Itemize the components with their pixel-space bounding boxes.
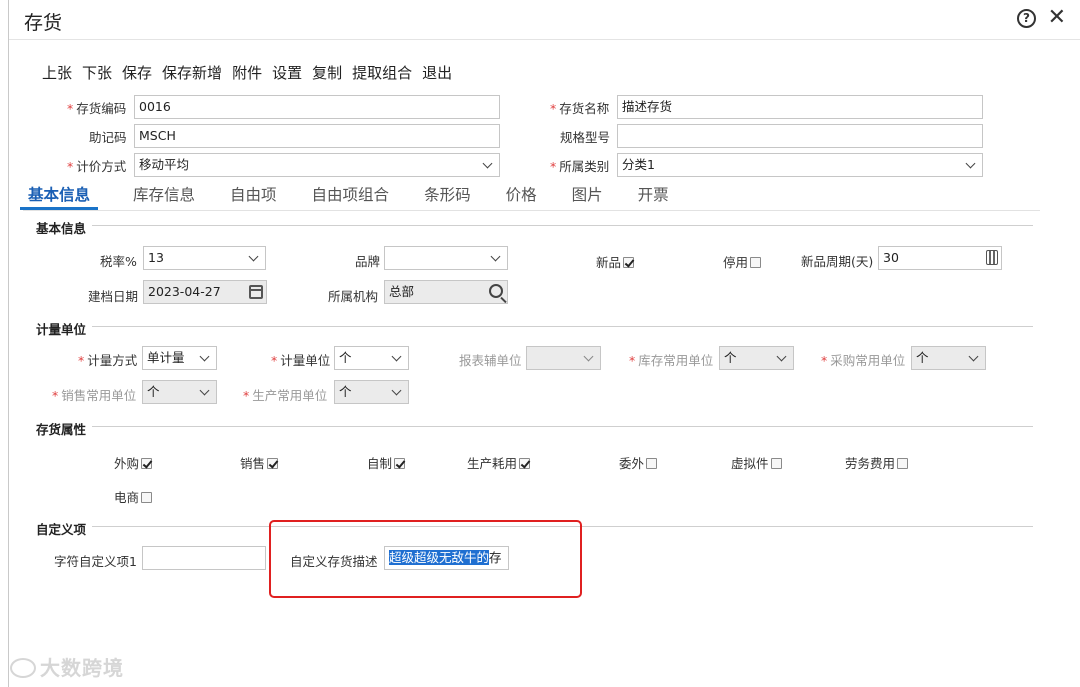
section-title: 计量单位 (36, 319, 93, 338)
tab-invoice[interactable]: 开票 (638, 183, 669, 210)
help-icon[interactable]: ? (1017, 9, 1036, 28)
attr-sales[interactable]: 销售 (240, 453, 279, 472)
toolbar: 上张 下张 保存 保存新增 附件 设置 复制 提取组合 退出 (42, 62, 462, 83)
unit-method-label: * 计量方式 (78, 353, 138, 368)
calendar-icon[interactable] (249, 285, 263, 299)
code-label: * 存货编码 (67, 101, 127, 116)
char-custom1-label: 字符自定义项1 (54, 554, 137, 569)
tab-barcode[interactable]: 条形码 (424, 183, 471, 210)
save-button[interactable]: 保存 (122, 62, 152, 83)
close-icon[interactable]: ✕ (1048, 5, 1066, 31)
outsourced-checkbox[interactable] (646, 458, 658, 469)
watermark-logo-icon (10, 658, 36, 678)
tab-free-items[interactable]: 自由项 (230, 183, 277, 210)
dialog-title: 存货 (24, 12, 63, 34)
attr-self-made[interactable]: 自制 (367, 453, 406, 472)
production-unit-select[interactable]: 个 (334, 380, 409, 404)
tab-divider (23, 210, 1040, 211)
disabled-checkbox-label[interactable]: 停用 (723, 252, 762, 271)
category-select[interactable]: 分类1 (617, 153, 983, 177)
sales-checkbox[interactable] (267, 458, 279, 469)
inventory-dialog: 存货 ? ✕ 上张 下张 保存 保存新增 附件 设置 复制 提取组合 退出 * 存… (8, 0, 1080, 687)
spec-label: 规格型号 (560, 130, 611, 145)
attr-outsourced[interactable]: 委外 (619, 453, 658, 472)
new-checkbox-label[interactable]: 新品 (596, 252, 635, 271)
exit-button[interactable]: 退出 (422, 62, 452, 83)
purchased-checkbox[interactable] (141, 458, 153, 469)
pricing-select[interactable]: 移动平均 (134, 153, 500, 177)
cycle-field[interactable]: 30 (878, 246, 1002, 270)
tax-select[interactable]: 13 (143, 246, 266, 270)
attr-labor-cost[interactable]: 劳务费用 (845, 453, 909, 472)
virtual-checkbox[interactable] (770, 458, 782, 469)
brand-select[interactable] (384, 246, 508, 270)
date-label: 建档日期 (88, 289, 139, 304)
brand-label: 品牌 (355, 254, 381, 269)
sales-unit-select[interactable]: 个 (142, 380, 217, 404)
units-section: 计量单位 (36, 319, 1033, 338)
org-label: 所属机构 (328, 289, 379, 304)
unit-label: * 计量单位 (271, 353, 331, 368)
spec-field[interactable] (617, 124, 983, 148)
search-icon[interactable] (489, 284, 503, 298)
purchase-unit-select[interactable]: 个 (911, 346, 986, 370)
attr-ecommerce[interactable]: 电商 (114, 487, 153, 506)
mnemonic-label: 助记码 (89, 130, 127, 145)
production-use-checkbox[interactable] (519, 458, 531, 469)
code-field[interactable]: 0016 (134, 95, 500, 119)
cycle-label: 新品周期(天) (801, 254, 874, 269)
unit-select[interactable]: 个 (334, 346, 409, 370)
category-label: * 所属类别 (550, 159, 610, 174)
attachment-button[interactable]: 附件 (232, 62, 262, 83)
attr-production-use[interactable]: 生产耗用 (467, 453, 531, 472)
save-and-new-button[interactable]: 保存新增 (162, 62, 222, 83)
section-title: 基本信息 (36, 218, 93, 237)
report-unit-select (526, 346, 601, 370)
disabled-checkbox[interactable] (750, 257, 762, 268)
next-button[interactable]: 下张 (82, 62, 112, 83)
tab-bar: 基本信息 库存信息 自由项 自由项组合 条形码 价格 图片 开票 (20, 183, 704, 211)
report-unit-label: 报表辅单位 (459, 353, 522, 368)
section-title: 自定义项 (36, 519, 93, 538)
purchase-unit-label: * 采购常用单位 (821, 353, 906, 368)
name-field[interactable]: 描述存货 (617, 95, 983, 119)
section-divider (36, 326, 1033, 327)
tab-stock-info[interactable]: 库存信息 (133, 183, 195, 210)
pricing-label: * 计价方式 (67, 159, 127, 174)
title-bar: 存货 ? ✕ (9, 0, 1080, 40)
name-label: * 存货名称 (550, 101, 610, 116)
prev-button[interactable]: 上张 (42, 62, 72, 83)
ecommerce-checkbox[interactable] (141, 492, 153, 503)
calculator-icon[interactable] (986, 250, 998, 265)
tax-label: 税率% (100, 254, 137, 269)
section-divider (36, 426, 1033, 427)
settings-button[interactable]: 设置 (272, 62, 302, 83)
extract-combo-button[interactable]: 提取组合 (352, 62, 412, 83)
tab-images[interactable]: 图片 (572, 183, 603, 210)
attr-purchased[interactable]: 外购 (114, 453, 153, 472)
tab-basic-info[interactable]: 基本信息 (20, 183, 99, 210)
sales-unit-label: * 销售常用单位 (52, 388, 137, 403)
section-divider (36, 225, 1033, 226)
new-checkbox[interactable] (623, 257, 635, 268)
mnemonic-field[interactable]: MSCH (134, 124, 500, 148)
copy-button[interactable]: 复制 (312, 62, 342, 83)
basic-info-section: 基本信息 (36, 218, 1033, 237)
section-title: 存货属性 (36, 419, 93, 438)
self-made-checkbox[interactable] (394, 458, 406, 469)
stock-unit-label: * 库存常用单位 (629, 353, 714, 368)
tab-free-item-combo[interactable]: 自由项组合 (312, 183, 390, 210)
labor-cost-checkbox[interactable] (897, 458, 909, 469)
attr-virtual[interactable]: 虚拟件 (731, 453, 782, 472)
attributes-section: 存货属性 (36, 419, 1033, 438)
production-unit-label: * 生产常用单位 (243, 388, 328, 403)
stock-unit-select[interactable]: 个 (719, 346, 794, 370)
tab-price[interactable]: 价格 (506, 183, 537, 210)
highlight-annotation (269, 520, 582, 598)
watermark: 大数跨境 (10, 652, 124, 681)
char-custom1-field[interactable] (142, 546, 266, 570)
unit-method-select[interactable]: 单计量 (142, 346, 217, 370)
